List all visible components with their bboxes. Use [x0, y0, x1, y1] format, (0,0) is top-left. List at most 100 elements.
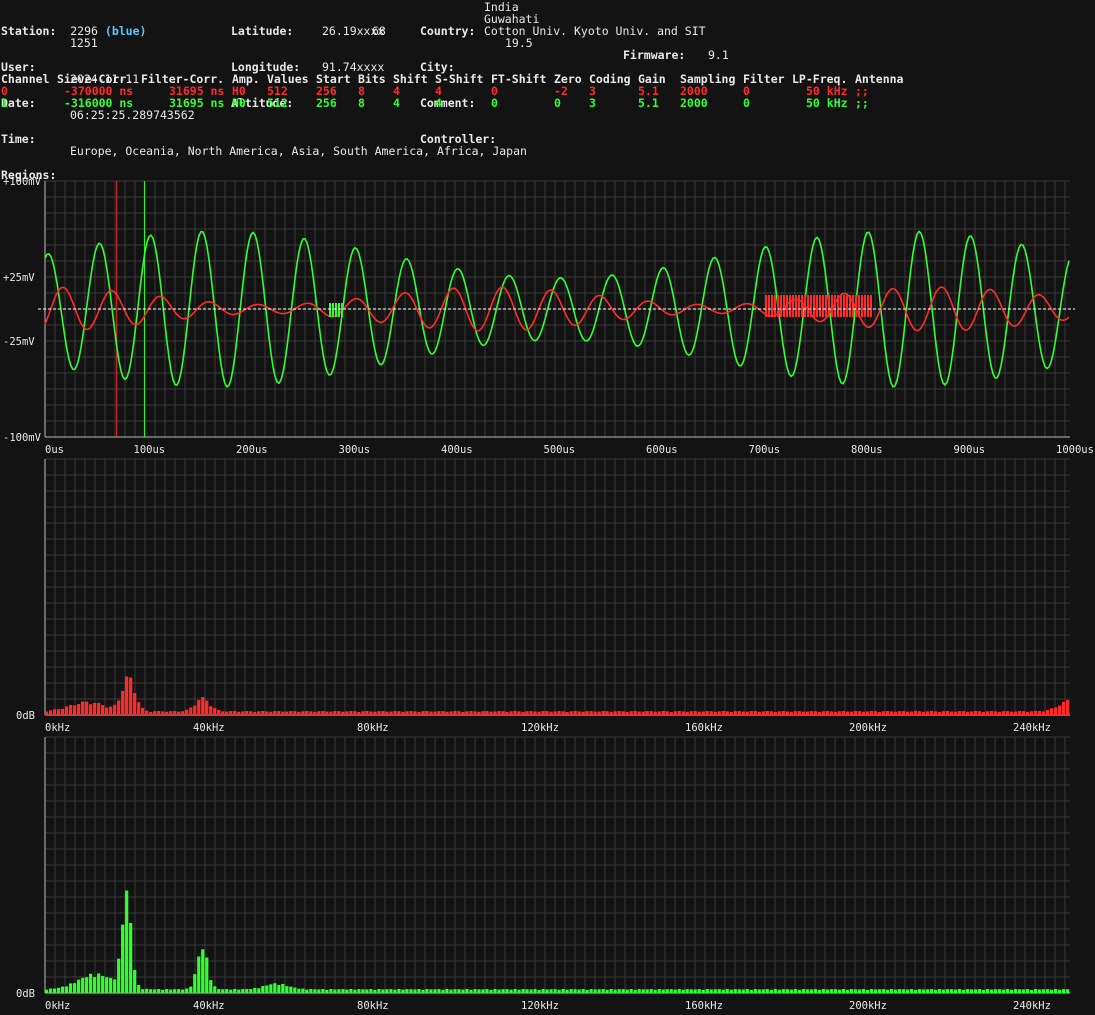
spectrum-ch0-bar: [773, 711, 777, 715]
spectrum-ch1-bar: [393, 989, 397, 993]
spectrum-ch1-bar: [337, 989, 341, 993]
spectrum-ch1-bar: [141, 989, 145, 993]
spectrum-ch0-bar: [525, 711, 529, 715]
spectrum-ch0-bar: [145, 710, 149, 715]
spectrum-ch1-bar: [165, 989, 169, 993]
spectrum-ch0-bar: [957, 711, 962, 715]
spectrum-ch0-bar: [997, 711, 1002, 715]
spectrum-ch1-bar: [837, 989, 841, 993]
spectrum-ch1-bar: [773, 989, 777, 993]
spectrum-ch1-bar: [677, 989, 681, 993]
spectrum-ch1-y-label: 0dB: [16, 988, 35, 1000]
spectrum-ch1-bar: [673, 989, 677, 993]
spectrum-ch1-bar: [693, 989, 697, 993]
spectrum-ch0-bar: [137, 702, 141, 715]
spectrum-ch1-bar: [717, 989, 721, 993]
spectrum-ch1-bar: [729, 989, 733, 993]
spectrum-ch1-bar: [549, 989, 553, 993]
spectrum-ch0-bar: [429, 711, 433, 715]
spectrum-ch1-bar: [277, 984, 281, 993]
spectrum-ch0-bar: [421, 711, 425, 715]
spectrum-ch0-bar: [641, 711, 645, 715]
spectrum-ch1-x-tick-label: 80kHz: [357, 1000, 389, 1012]
spectrum-ch1-bar: [657, 989, 661, 993]
spectrum-ch1-bar: [229, 989, 233, 993]
spectrum-ch0-bar: [621, 711, 625, 715]
spectrum-ch1-bar: [53, 988, 57, 993]
x-tick-label: 200us: [236, 444, 268, 456]
spectrum-ch0-bar: [409, 711, 413, 715]
spectrum-ch1-grid: [44, 736, 1070, 994]
spectrum-ch1-bar: [989, 989, 994, 993]
spectrum-ch0-bar: [357, 711, 361, 715]
spectrum-ch0-bar: [353, 711, 357, 715]
spectrum-ch0-bar: [677, 711, 681, 715]
spectrum-ch0-bar: [405, 711, 409, 715]
spectrum-ch1-bar: [1021, 989, 1026, 993]
spectrum-ch1-bar: [69, 983, 73, 993]
spectrum-ch0-bar: [561, 711, 565, 715]
spectrum-ch0-bar: [505, 711, 509, 715]
spectrum-ch0-bar: [245, 711, 249, 715]
spectrum-ch0-bar: [165, 711, 169, 715]
spectrum-ch1-bar: [121, 924, 125, 993]
spectrum-ch1-x-tick-label: 40kHz: [193, 1000, 225, 1012]
spectrum-ch1-bar: [201, 949, 205, 993]
spectrum-ch0-bar: [629, 711, 633, 715]
spectrum-ch0-bar: [61, 708, 65, 715]
spectrum-ch0-bar: [1037, 711, 1042, 715]
spectrum-ch0-bar: [141, 707, 145, 715]
spectrum-ch0-bar: [149, 711, 153, 715]
spectrum-ch1-bar: [65, 986, 69, 993]
spectrum-ch0-bar: [413, 711, 417, 715]
spectrum-ch1-bar: [465, 989, 469, 993]
spectrum-ch1-bar: [645, 989, 649, 993]
spectrum-ch0-bar: [969, 711, 974, 715]
spectrum-ch0-bar: [933, 711, 938, 715]
spectrum-ch1-bar: [993, 989, 998, 993]
spectrum-ch1-bar: [197, 956, 201, 993]
spectrum-ch0-bar: [729, 711, 733, 715]
spectrum-ch0-bar: [57, 709, 61, 715]
spectrum-ch0-y-label: 0dB: [16, 710, 35, 722]
spectrum-ch1-bar: [901, 989, 906, 993]
spectrum-ch1-bar: [265, 985, 269, 993]
spectrum-ch0-bar: [153, 711, 157, 715]
spectrum-ch0-bar: [585, 711, 589, 715]
spectrum-ch1-bar: [497, 989, 501, 993]
x-tick-label: 800us: [851, 444, 883, 456]
spectrum-ch1-bar: [1005, 989, 1010, 993]
spectrum-ch0-x-tick-label: 120kHz: [521, 722, 559, 734]
spectrum-ch1-bar: [937, 989, 942, 993]
spectrum-ch0-bar: [313, 711, 317, 715]
spectrum-ch0-bar: [297, 711, 301, 715]
spectrum-ch0-bar: [397, 711, 401, 715]
spectrum-ch1-bar: [1033, 989, 1038, 993]
spectrum-ch1-bar: [625, 989, 629, 993]
spectrum-ch0-bar: [733, 711, 737, 715]
spectrum-ch1-bar: [969, 989, 974, 993]
spectrum-ch0-bar: [497, 711, 501, 715]
spectrum-ch1-bar: [81, 977, 85, 993]
spectrum-ch0-bar: [229, 711, 233, 715]
spectrum-ch1-bar: [801, 989, 805, 993]
spectrum-ch1-bar: [945, 989, 950, 993]
spectrum-ch1-bar: [297, 988, 301, 993]
spectrum-ch0-bar: [337, 711, 341, 715]
spectrum-ch1-bar: [529, 989, 533, 993]
spectrum-ch0-bar: [285, 711, 289, 715]
spectrum-ch1-bar: [629, 989, 633, 993]
spectrum-ch0-bar: [205, 700, 209, 715]
spectrum-ch1-x-tick-label: 120kHz: [521, 1000, 559, 1012]
spectrum-ch1-x-tick-label: 160kHz: [685, 1000, 723, 1012]
spectrum-ch1-bar: [941, 989, 946, 993]
spectrum-ch1-bar: [1029, 989, 1034, 993]
spectrum-ch1-bar: [109, 977, 113, 993]
spectrum-ch0-bar: [949, 711, 954, 715]
spectrum-ch0-bar: [845, 711, 849, 715]
spectrum-ch0-bar: [565, 711, 569, 715]
spectrum-ch1-bar: [713, 989, 717, 993]
spectrum-ch1-bar: [757, 989, 761, 993]
spectrum-ch1-bar: [281, 983, 285, 993]
spectrum-ch0-bar: [893, 711, 898, 715]
